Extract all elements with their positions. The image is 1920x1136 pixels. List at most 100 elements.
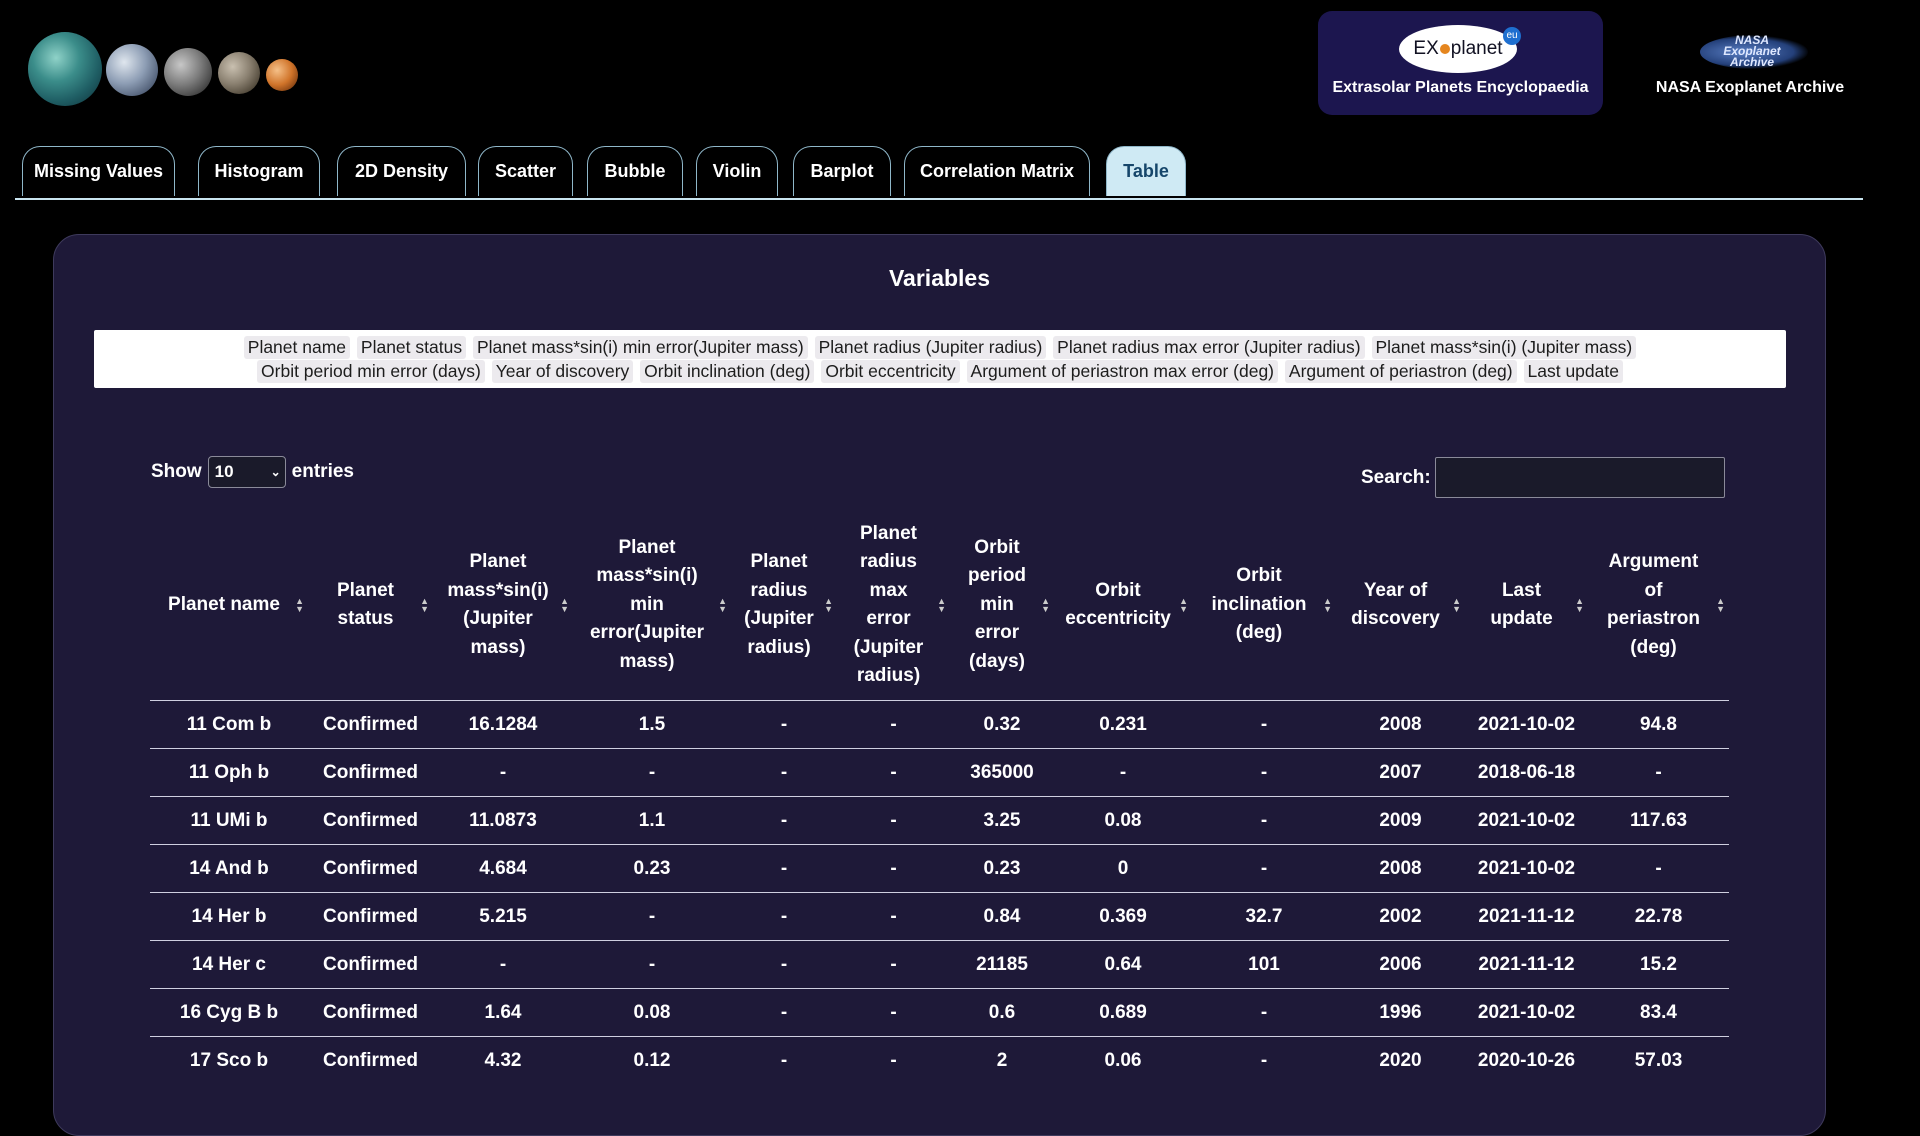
exoplanet-eu-link[interactable]: EX planet eu Extrasolar Planets Encyclopa… [1318, 11, 1603, 115]
table-body: 11 Com b Confirmed 16.1284 1.5- -0.32 0.231-2… [150, 700, 1729, 1084]
sort-icon: ▲ ▼ [1575, 596, 1584, 614]
table-cell: 4.684 [433, 844, 573, 893]
table-row: 16 Cyg B b Confirmed 1.64 0.08- -0.6 0.689-19… [150, 988, 1729, 1037]
table-cell: 2021-10-02 [1465, 844, 1588, 893]
entries-select[interactable]: 10 ⌄ [207, 456, 286, 488]
table-cell: 2008 [1336, 700, 1465, 749]
table-cell: - [837, 748, 950, 797]
tab-correlation-matrix[interactable]: Correlation Matrix [904, 146, 1090, 196]
planet-grey-image [164, 48, 212, 96]
table-cell: - [837, 1036, 950, 1084]
table-cell: - [731, 700, 837, 749]
table-cell: - [1054, 748, 1192, 797]
table-cell: 2021-10-02 [1465, 796, 1588, 845]
tab-missing-values[interactable]: Missing Values [22, 146, 175, 196]
table-cell: 5.215 [433, 892, 573, 941]
table-cell: 21185 [950, 940, 1054, 989]
table-cell: 16.1284 [433, 700, 573, 749]
table-cell: - [837, 844, 950, 893]
tab-scatter[interactable]: Scatter [478, 146, 573, 196]
tab-barplot[interactable]: Barplot [793, 146, 891, 196]
sort-icon: ▲ ▼ [1179, 596, 1188, 614]
sort-icon: ▲ ▼ [420, 596, 429, 614]
table-cell: Confirmed [308, 940, 433, 989]
variable-chip[interactable]: Planet radius max error (Jupiter radius) [1053, 336, 1365, 359]
table-cell: Confirmed [308, 700, 433, 749]
column-header-last-update[interactable]: Last update ▲ ▼ [1465, 510, 1588, 701]
nasa-archive-link[interactable]: NASA Exoplanet Archive NASA Exoplanet Ar… [1640, 11, 1860, 115]
tab-violin[interactable]: Violin [696, 146, 778, 196]
table-cell: Confirmed [308, 844, 433, 893]
variable-chip[interactable]: Orbit inclination (deg) [640, 360, 815, 383]
column-header-orbit-inclination[interactable]: Orbit inclination (deg) ▲ ▼ [1192, 510, 1336, 701]
variable-chip[interactable]: Year of discovery [491, 360, 634, 383]
sort-icon: ▲ ▼ [937, 596, 946, 614]
show-label: Show [151, 461, 202, 482]
table-cell: 14 And b [150, 844, 308, 893]
column-header-planet-radius[interactable]: Planet radius (Jupiter radius) ▲ ▼ [731, 510, 837, 701]
table-cell: 2008 [1336, 844, 1465, 893]
variable-chip[interactable]: Last update [1523, 360, 1623, 383]
table-cell: - [731, 844, 837, 893]
exoplanet-eu-logo: EX planet eu [1399, 25, 1521, 73]
variables-selector[interactable]: Planet name Planet status Planet mass*si… [94, 330, 1786, 388]
nasa-exoplanet-archive-logo: NASA Exoplanet Archive [1692, 27, 1812, 75]
column-header-planet-status[interactable]: Planet status ▲ ▼ [308, 510, 433, 701]
variables-panel: Variables Planet name Planet status Plan… [53, 234, 1826, 1136]
planet-tan-image [218, 52, 260, 94]
planet-earthlike-image [28, 32, 102, 106]
sort-icon: ▲ ▼ [1041, 596, 1050, 614]
table-cell: 4.32 [433, 1036, 573, 1084]
table-cell: 57.03 [1588, 1036, 1729, 1084]
table-cell: - [731, 796, 837, 845]
sort-icon: ▲ ▼ [1452, 596, 1461, 614]
tab-table[interactable]: Table [1106, 146, 1186, 196]
table-cell: Confirmed [308, 796, 433, 845]
column-header-orbit-eccentricity[interactable]: Orbit eccentricity ▲ ▼ [1054, 510, 1192, 701]
sort-icon: ▲ ▼ [1716, 596, 1725, 614]
table-cell: - [1192, 796, 1336, 845]
table-cell: 14 Her b [150, 892, 308, 941]
eu-badge: eu [1503, 27, 1521, 45]
planet-blue-image [106, 44, 158, 96]
search-input[interactable] [1434, 457, 1725, 498]
table-cell: 3.25 [950, 796, 1054, 845]
column-header-planet-mass[interactable]: Planet mass*sin(i) (Jupiter mass) ▲ ▼ [433, 510, 573, 701]
table-cell: 11 UMi b [150, 796, 308, 845]
table-cell: - [731, 748, 837, 797]
nasa-archive-title: NASA Exoplanet Archive [1655, 79, 1845, 96]
variable-chip[interactable]: Planet name [243, 336, 351, 359]
table-cell: 2006 [1336, 940, 1465, 989]
table-cell: - [573, 748, 731, 797]
variable-chip[interactable]: Orbit eccentricity [821, 360, 960, 383]
planets-banner [26, 32, 306, 112]
variable-chip[interactable]: Argument of periastron max error (deg) [966, 360, 1279, 383]
table-cell: 11 Com b [150, 700, 308, 749]
table-cell: 0.12 [573, 1036, 731, 1084]
variable-chip[interactable]: Planet mass*sin(i) min error(Jupiter mas… [472, 336, 808, 359]
variable-chip[interactable]: Orbit period min error (days) [257, 360, 485, 383]
tab-2d-density[interactable]: 2D Density [337, 146, 466, 196]
table-cell: 1.1 [573, 796, 731, 845]
column-header-orbit-period-min-error[interactable]: Orbit period min error (days) ▲ ▼ [950, 510, 1054, 701]
tab-histogram[interactable]: Histogram [198, 146, 320, 196]
column-header-argument-of-periastron[interactable]: Argument of periastron (deg) ▲ ▼ [1588, 510, 1729, 701]
column-header-planet-radius-max-error[interactable]: Planet radius max error (Jupiter radius) ▲ ▼ [837, 510, 950, 701]
table-row: 14 And b Confirmed 4.684 0.23- -0.23 0-2008 20… [150, 844, 1729, 893]
table-cell: 2021-10-02 [1465, 700, 1588, 749]
column-header-planet-name[interactable]: Planet name ▲ ▼ [150, 510, 308, 701]
variable-chip[interactable]: Planet radius (Jupiter radius) [814, 336, 1047, 359]
column-header-planet-mass-min-error[interactable]: Planet mass*sin(i) min error(Jupiter mass) ▲ ▼ [573, 510, 731, 701]
variable-chip[interactable]: Planet mass*sin(i) (Jupiter mass) [1371, 336, 1637, 359]
table-cell: - [837, 700, 950, 749]
table-cell: 0 [1054, 844, 1192, 893]
sort-icon: ▲ ▼ [560, 596, 569, 614]
table-cell: 0.6 [950, 988, 1054, 1037]
variable-chip[interactable]: Planet status [356, 336, 467, 359]
table-cell: Confirmed [308, 892, 433, 941]
table-row: 14 Her c Confirmed - - - -21185 0.64 101 2006 202… [150, 940, 1729, 989]
tab-bubble[interactable]: Bubble [587, 146, 683, 196]
variable-chip[interactable]: Argument of periastron (deg) [1284, 360, 1517, 383]
table-cell: 32.7 [1192, 892, 1336, 941]
column-header-year-of-discovery[interactable]: Year of discovery ▲ ▼ [1336, 510, 1465, 701]
